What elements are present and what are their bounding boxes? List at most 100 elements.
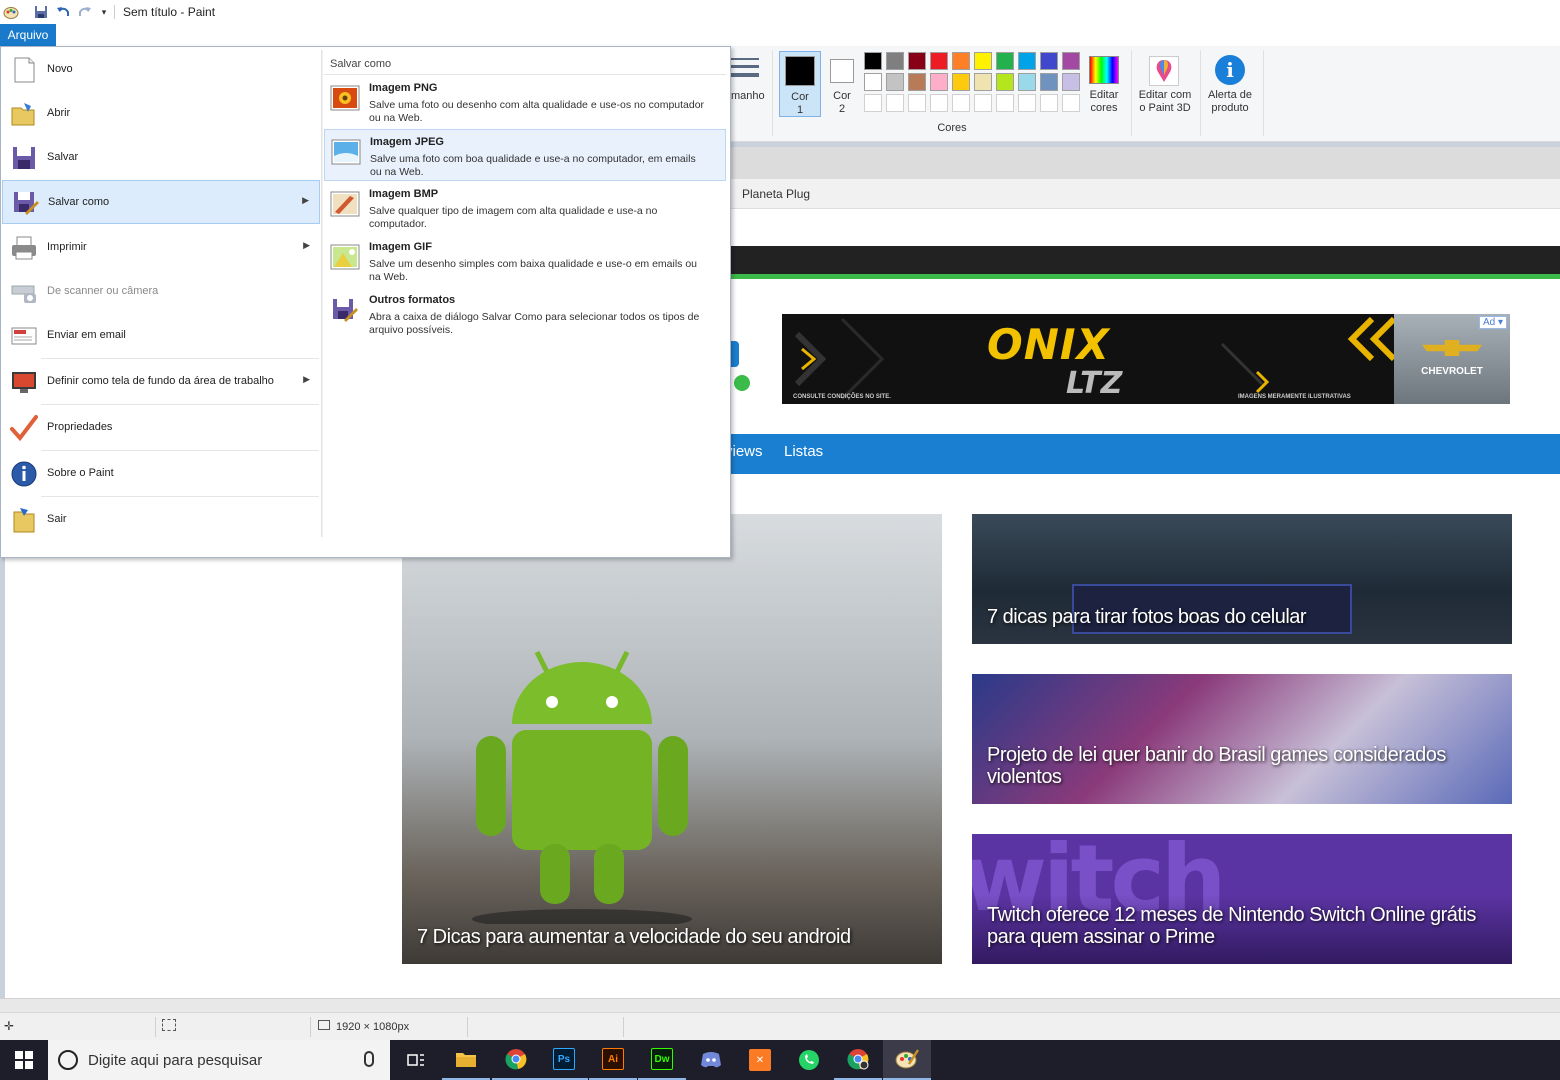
menu-item-imprimir[interactable]: Imprimir ▶	[2, 226, 320, 270]
ad-banner[interactable]: ONIX LTZ CONSULTE CONDIÇÕES NO SITE. IMA…	[782, 314, 1510, 404]
palette-color-swatch[interactable]	[1040, 52, 1058, 70]
photoshop-icon[interactable]: Ps	[540, 1040, 588, 1080]
taskbar-search-box[interactable]: Digite aqui para pesquisar	[48, 1040, 390, 1080]
edit-paint3d-button[interactable]: Editar com o Paint 3D	[1134, 50, 1196, 120]
paint3d-label-2: o Paint 3D	[1139, 102, 1191, 114]
palette-color-swatch[interactable]	[974, 73, 992, 91]
custom-color-slot[interactable]	[952, 94, 970, 112]
palette-color-swatch[interactable]	[996, 52, 1014, 70]
image-size-icon	[318, 1020, 330, 1030]
menu-item-salvar-como[interactable]: Salvar como ▶	[2, 180, 320, 224]
menu-item-propriedades[interactable]: Propriedades	[2, 406, 320, 450]
palette-color-swatch[interactable]	[974, 52, 992, 70]
palette-color-swatch[interactable]	[1062, 73, 1080, 91]
redo-icon[interactable]	[76, 3, 94, 21]
palette-color-swatch[interactable]	[864, 73, 882, 91]
illustrator-icon[interactable]: Ai	[589, 1040, 637, 1080]
chrome-profile-icon[interactable]	[834, 1040, 882, 1080]
custom-color-slot[interactable]	[1040, 94, 1058, 112]
palette-color-swatch[interactable]	[886, 52, 904, 70]
custom-color-slot[interactable]	[908, 94, 926, 112]
palette-color-swatch[interactable]	[908, 73, 926, 91]
task-view-icon[interactable]	[392, 1040, 440, 1080]
article-card-3[interactable]: witch Twitch oferece 12 meses de Nintend…	[972, 834, 1512, 964]
submenu-arrow-icon: ▶	[302, 195, 309, 205]
menu-item-novo[interactable]: Novo	[2, 48, 320, 92]
bmp-image-icon	[330, 190, 360, 218]
custom-color-slot[interactable]	[996, 94, 1014, 112]
undo-icon[interactable]	[54, 3, 72, 21]
palette-color-swatch[interactable]	[930, 52, 948, 70]
custom-color-slot[interactable]	[864, 94, 882, 112]
ad-brand-panel: CHEVROLET Ad ▾	[1394, 314, 1510, 404]
palette-color-swatch[interactable]	[930, 73, 948, 91]
horizontal-scrollbar[interactable]	[0, 998, 1560, 1012]
save-quick-icon[interactable]	[32, 3, 50, 21]
menu-item-label: Salvar	[47, 151, 79, 163]
custom-color-slot[interactable]	[1062, 94, 1080, 112]
menu-item-salvar[interactable]: Salvar	[2, 136, 320, 180]
article-card-main[interactable]: 7 Dicas para aumentar a velocidade do se…	[402, 514, 942, 964]
submenu-item-title: Imagem PNG	[369, 82, 438, 94]
palette-color-swatch[interactable]	[1062, 52, 1080, 70]
paint-taskbar-icon[interactable]	[883, 1040, 931, 1080]
xampp-icon[interactable]: ✕	[736, 1040, 784, 1080]
menu-item-enviar-email[interactable]: Enviar em email	[2, 314, 320, 358]
palette-color-swatch[interactable]	[908, 52, 926, 70]
custom-color-slot[interactable]	[930, 94, 948, 112]
custom-color-slot[interactable]	[1018, 94, 1036, 112]
edit-colors-button[interactable]: Editar cores	[1084, 50, 1124, 120]
image-dimensions: 1920 × 1080px	[336, 1021, 410, 1033]
ad-subheadline: LTZ	[1066, 366, 1123, 401]
other-formats-icon	[330, 296, 360, 324]
discord-icon[interactable]	[687, 1040, 735, 1080]
save-as-jpeg[interactable]: Imagem JPEG Salve uma foto com boa quali…	[324, 129, 726, 181]
article-card-2[interactable]: Projeto de lei quer banir do Brasil game…	[972, 674, 1512, 804]
menu-item-label: Definir como tela de fundo da área de tr…	[47, 375, 274, 387]
color2-button[interactable]: Cor 2	[822, 51, 862, 117]
nav-item-listas[interactable]: Listas	[784, 443, 823, 460]
palette-color-swatch[interactable]	[952, 73, 970, 91]
status-divider	[155, 1017, 156, 1037]
color1-button[interactable]: Cor 1	[779, 51, 821, 117]
menu-tab-row: Arquivo	[0, 24, 1560, 46]
dreamweaver-icon[interactable]: Dw	[638, 1040, 686, 1080]
illustrator-label: Ai	[602, 1048, 624, 1070]
menu-item-abrir[interactable]: Abrir	[2, 92, 320, 136]
palette-color-swatch[interactable]	[996, 73, 1014, 91]
file-explorer-icon[interactable]	[442, 1040, 490, 1080]
submenu-item-title: Imagem JPEG	[370, 136, 444, 148]
custom-color-slot[interactable]	[974, 94, 992, 112]
paint-app-icon[interactable]	[2, 3, 20, 21]
palette-color-swatch[interactable]	[1018, 52, 1036, 70]
product-alert-button[interactable]: i Alerta de produto	[1202, 50, 1258, 120]
color-spectrum-icon	[1089, 56, 1119, 84]
ad-note-right: IMAGENS MERAMENTE ILUSTRATIVAS	[1238, 394, 1351, 400]
palette-color-swatch[interactable]	[952, 52, 970, 70]
submenu-item-title: Outros formatos	[369, 294, 456, 306]
menu-item-sair[interactable]: Sair	[2, 498, 320, 542]
palette-color-swatch[interactable]	[864, 52, 882, 70]
save-as-other-formats[interactable]: Outros formatos Abra a caixa de diálogo …	[324, 288, 726, 340]
color2-swatch	[830, 59, 854, 83]
save-as-png[interactable]: Imagem PNG Salve uma foto ou desenho com…	[324, 76, 726, 128]
customize-quick-access-icon[interactable]: ▾	[95, 3, 113, 21]
windows-start-icon[interactable]	[0, 1040, 48, 1080]
menu-item-definir-fundo[interactable]: Definir como tela de fundo da área de tr…	[2, 360, 320, 404]
palette-color-swatch[interactable]	[1018, 73, 1036, 91]
ad-badge[interactable]: Ad ▾	[1478, 316, 1507, 329]
custom-color-slot[interactable]	[886, 94, 904, 112]
palette-color-swatch[interactable]	[886, 73, 904, 91]
menu-item-label: Abrir	[47, 107, 71, 119]
size-lines-icon[interactable]	[731, 54, 761, 82]
menu-item-sobre[interactable]: Sobre o Paint	[2, 452, 320, 496]
whatsapp-icon[interactable]	[785, 1040, 833, 1080]
article-card-1[interactable]: 7 dicas para tirar fotos boas do celular	[972, 514, 1512, 644]
save-as-gif[interactable]: Imagem GIF Salve um desenho simples com …	[324, 235, 726, 287]
save-as-bmp[interactable]: Imagem BMP Salve qualquer tipo de imagem…	[324, 182, 726, 234]
palette-color-swatch[interactable]	[1040, 73, 1058, 91]
microphone-icon[interactable]	[364, 1051, 374, 1067]
menu-item-scanner[interactable]: De scanner ou câmera	[2, 270, 320, 314]
tab-arquivo[interactable]: Arquivo	[0, 24, 56, 46]
chrome-icon[interactable]	[492, 1040, 540, 1080]
